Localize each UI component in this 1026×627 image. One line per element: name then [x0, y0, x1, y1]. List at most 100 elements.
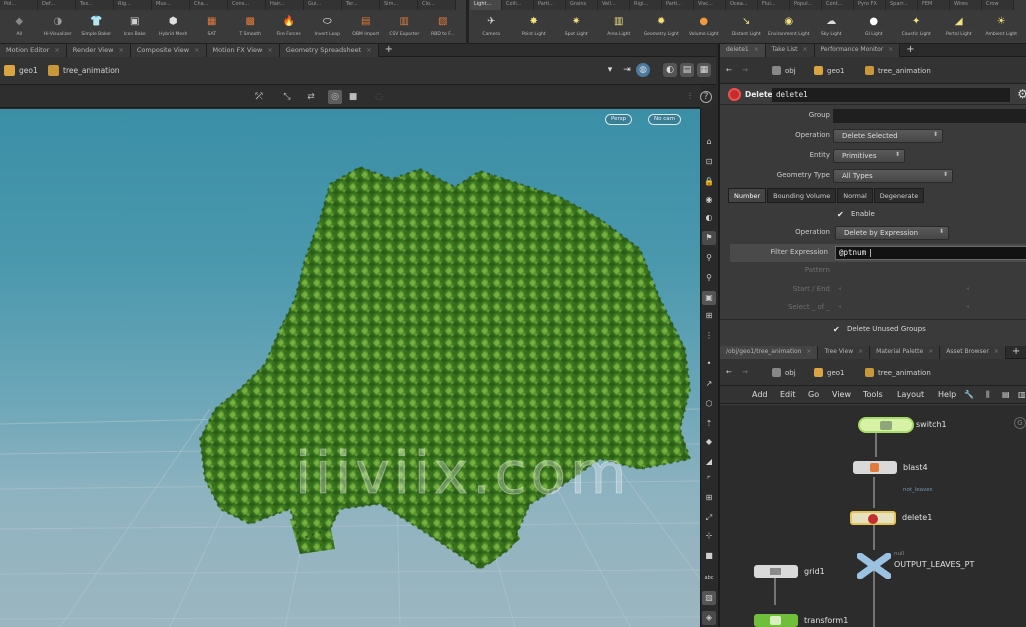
back-arrow-icon[interactable]: ←	[726, 66, 732, 74]
shelf-tab[interactable]: Colli...	[502, 0, 534, 10]
shelf-tab[interactable]: Parti...	[534, 0, 566, 10]
shelf-tool-button[interactable]: ● Volume Light	[683, 11, 726, 43]
menu-tools[interactable]: Tools	[863, 390, 883, 399]
shelf-tab[interactable]: Def...	[38, 0, 76, 10]
forward-arrow-icon[interactable]: →	[742, 368, 748, 376]
tile-view-icon[interactable]: ▥	[1018, 390, 1026, 399]
param-subtab[interactable]: Degenerate	[873, 188, 925, 203]
image-display-icon[interactable]: ▨	[702, 591, 716, 605]
wire-icon[interactable]: ⊞	[702, 309, 716, 323]
transform-node[interactable]	[754, 614, 798, 627]
shelf-tool-button[interactable]: ✈ Camera	[470, 11, 513, 43]
path-crumb-tree-animation[interactable]: tree_animation	[48, 65, 120, 76]
shelf-tab[interactable]: Gui...	[304, 0, 342, 10]
snap-tool-icon[interactable]: ⇄	[304, 90, 318, 104]
menu-edit[interactable]: Edit	[780, 390, 796, 399]
select-stepper-icon[interactable]: ◂	[838, 303, 841, 310]
node-name-field[interactable]: delete1	[772, 88, 1010, 102]
add-tab-icon[interactable]: +	[900, 44, 920, 56]
pin-alt-icon[interactable]: ⚲	[702, 271, 716, 285]
param-subtab[interactable]: Number	[728, 188, 767, 203]
close-icon[interactable]: ×	[267, 46, 272, 54]
enable-checkbox[interactable]: ✔	[837, 210, 844, 219]
wrench-icon[interactable]: 🔧	[964, 390, 974, 399]
shading-icon[interactable]: ◐	[702, 211, 716, 225]
frame-selected-icon[interactable]: ⊡	[702, 155, 716, 169]
shelf-tool-button[interactable]: ▧ RBD to F...	[424, 11, 463, 43]
shelf-tab[interactable]: Flui...	[758, 0, 790, 10]
path-crumb-tree-animation[interactable]: tree_animation	[865, 66, 931, 75]
shelf-tool-button[interactable]: ⬭ Invert Loop	[308, 11, 347, 43]
list-view-icon[interactable]: ▤	[1002, 390, 1010, 399]
of-stepper-icon[interactable]: ◂	[966, 303, 969, 310]
background-toggle-icon[interactable]: ■	[702, 549, 716, 563]
pane-tab[interactable]: Performance Monitor ×	[814, 44, 901, 57]
operation-menu[interactable]: Delete Selected ⬍	[833, 129, 943, 143]
grid-node[interactable]	[754, 565, 798, 578]
shelf-tab[interactable]: Mus...	[152, 0, 190, 10]
menu-add[interactable]: Add	[752, 390, 768, 399]
shelf-tool-button[interactable]: ☀ Ambient Light	[980, 11, 1023, 43]
number-operation-menu[interactable]: Delete by Expression ⬍	[835, 226, 949, 240]
transform-tool-icon[interactable]: ⤡	[280, 90, 294, 104]
lock-icon[interactable]: 🔒	[702, 175, 716, 189]
end-stepper-icon[interactable]: ◂	[966, 285, 969, 292]
geometry-type-menu[interactable]: All Types ⬍	[833, 169, 953, 183]
guide-display-icon[interactable]: ⤢	[702, 511, 716, 525]
grid-toggle-icon[interactable]: ⋮	[702, 329, 716, 343]
shelf-tab[interactable]: Sparr...	[886, 0, 918, 10]
shelf-tool-button[interactable]: ✹ Geometry Light	[640, 11, 683, 43]
no-cam-button[interactable]: No cam	[648, 114, 681, 125]
pane-tab[interactable]: Geometry Spreadsheet ×	[279, 44, 379, 57]
normals-display-icon[interactable]: ⇡	[702, 417, 716, 431]
blast-node[interactable]	[853, 461, 897, 474]
shelf-tool-button[interactable]: ▩ T Smooth	[231, 11, 270, 43]
path-crumb-geo1[interactable]: geo1	[814, 368, 845, 377]
close-icon[interactable]: ×	[858, 348, 863, 355]
network-editor[interactable]: switch1 blast4 not_leaves delete1 null O…	[720, 405, 1026, 627]
light-toggle-icon[interactable]: ◉	[702, 193, 716, 207]
menu-go[interactable]: Go	[808, 390, 819, 399]
shelf-tab[interactable]: Clo...	[418, 0, 456, 10]
pane-tab[interactable]: Motion FX View ×	[206, 44, 280, 57]
shelf-tab[interactable]: Popul...	[790, 0, 822, 10]
point-display-icon[interactable]: •	[702, 357, 716, 371]
shelf-tab[interactable]: Visc...	[694, 0, 726, 10]
shelf-tool-button[interactable]: ☁ Sky Light	[810, 11, 853, 43]
home-view-icon[interactable]: ⌂	[702, 135, 716, 149]
close-icon[interactable]: ×	[754, 46, 759, 53]
shelf-tool-button[interactable]: ◆ All	[0, 11, 39, 43]
shelf-tab[interactable]: Vell...	[598, 0, 630, 10]
pin-icon[interactable]: ⚲	[702, 251, 716, 265]
shelf-tab[interactable]: Pyro FX	[854, 0, 886, 10]
switch-node[interactable]	[858, 417, 914, 433]
close-icon[interactable]: ×	[54, 46, 59, 54]
shelf-tool-button[interactable]: ● GI Light	[853, 11, 896, 43]
shelf-tool-button[interactable]: ◉ Environment Light	[768, 11, 811, 43]
particle-display-icon[interactable]: ⊹	[702, 529, 716, 543]
delete-node[interactable]	[850, 511, 896, 525]
shelf-tool-button[interactable]: ◢ Portal Light	[938, 11, 981, 43]
shelf-tab[interactable]: Rigi...	[630, 0, 662, 10]
add-tab-icon[interactable]: +	[379, 44, 399, 56]
shelf-tab[interactable]: Rig...	[114, 0, 152, 10]
abc-display-icon[interactable]: abc	[702, 571, 716, 585]
shelf-tab[interactable]: Grains	[566, 0, 598, 10]
shelf-tool-button[interactable]: ◑ Hi-Visualizer	[39, 11, 78, 43]
close-icon[interactable]: ×	[928, 348, 933, 355]
snapshot-icon[interactable]: ▣	[702, 291, 716, 305]
shelf-tool-button[interactable]: ▣ Icon Bake	[116, 11, 155, 43]
pane-tab[interactable]: /obj/geo1/tree_animation ×	[720, 346, 819, 359]
persp-camera-button[interactable]: Persp	[605, 114, 633, 125]
shelf-tab[interactable]: Light...	[470, 0, 502, 10]
geometry-mode-icon[interactable]: ■	[346, 90, 360, 104]
forward-arrow-icon[interactable]: →	[742, 66, 748, 74]
gear-icon[interactable]: ⚙	[1017, 87, 1026, 101]
delete-unused-groups-checkbox[interactable]: ✔	[833, 325, 840, 334]
pane-tab[interactable]: Composite View ×	[130, 44, 207, 57]
dynamics-mode-icon[interactable]: ◌	[372, 90, 386, 104]
menu-layout[interactable]: Layout	[897, 390, 924, 399]
network-settings-icon[interactable]: G	[1014, 417, 1026, 429]
object-mode-icon[interactable]: ◎	[328, 90, 342, 104]
param-subtab[interactable]: Normal	[837, 188, 873, 203]
